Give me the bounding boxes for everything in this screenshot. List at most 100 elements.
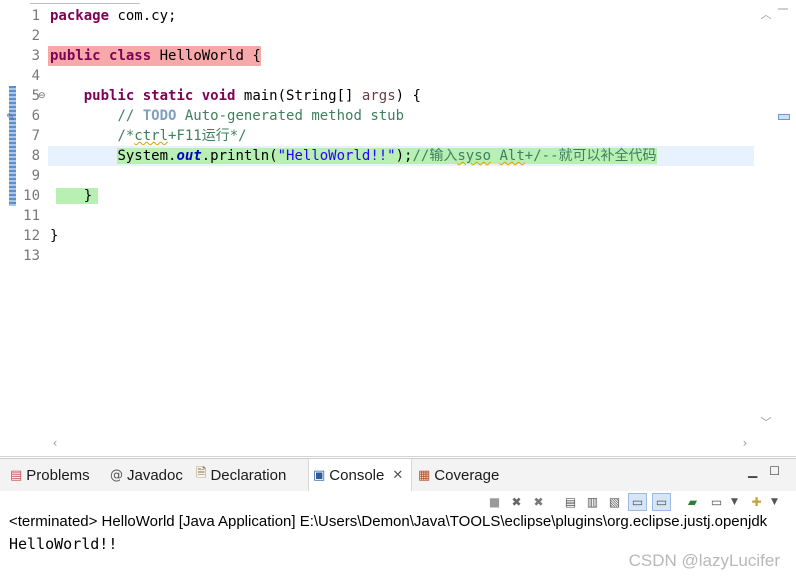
code-text: .println( — [201, 148, 278, 164]
parameter-name: args — [361, 88, 396, 104]
scroll-up-icon[interactable]: ︿ — [756, 8, 776, 22]
at-icon: @ — [110, 467, 123, 483]
line-number: 6 — [31, 108, 40, 124]
view-window-controls: ▁ ☐ — [748, 464, 780, 478]
keyword: class — [109, 48, 152, 64]
tab-label: Declaration — [210, 466, 287, 484]
console-output[interactable]: HelloWorld!! — [9, 534, 117, 554]
overview-task-marker[interactable] — [778, 114, 790, 120]
code-line-6: // TODO Auto-generated method stub — [48, 106, 404, 126]
spelling-warning: ctrl — [134, 128, 169, 144]
line-number: 2 — [31, 28, 40, 44]
code-line-3: public class HelloWorld { — [48, 46, 261, 66]
quick-diff-ruler — [6, 6, 19, 434]
change-marker — [9, 166, 16, 206]
keyword: public — [50, 48, 101, 64]
code-editor[interactable]: ✎ 1 2 3 4 5 6 7 8 9 10 11 12 13 ⊖ packag… — [0, 0, 796, 457]
scroll-left-icon[interactable]: ‹ — [48, 434, 62, 452]
comment: //输入 — [412, 148, 458, 164]
package-name: com.cy; — [109, 8, 177, 24]
word-wrap-icon[interactable]: ▧ — [606, 494, 623, 510]
process-status-text: <terminated> HelloWorld [Java Applicatio… — [9, 513, 768, 530]
close-brace: } — [50, 228, 59, 244]
comment: +/--就可以补全代码 — [524, 148, 657, 164]
code-line-1: package com.cy; — [48, 6, 176, 26]
line-number: 11 — [23, 208, 40, 224]
task-marker-icon[interactable]: ✎ — [6, 111, 15, 124]
code-line-8: System.out.println("HelloWorld!!");//输入s… — [48, 146, 657, 166]
comment: +F11运行*/ — [168, 128, 247, 144]
console-view: ▤ Problems @ Javadoc 🗎 Declaration ▣ Con… — [0, 458, 796, 583]
open-console-icon[interactable]: ✚ — [748, 494, 765, 510]
line-number: 1 — [31, 8, 40, 24]
remove-all-terminated-icon[interactable]: ✖ — [530, 494, 547, 510]
console-toolbar: ■ ✖ ✖ ▤ ▥ ▧ ▭ ▭ ▰ ▭ ▼ ✚ ▼ — [0, 491, 796, 513]
comment: Auto-generated method stub — [176, 108, 405, 124]
tab-label: Javadoc — [127, 466, 183, 484]
console-icon: ▣ — [313, 467, 326, 483]
line-number: 4 — [31, 68, 40, 84]
editor-tab-edge — [30, 0, 140, 4]
keyword: void — [201, 88, 236, 104]
clear-console-icon[interactable]: ▤ — [562, 494, 579, 510]
scroll-down-icon[interactable]: ﹀ — [756, 416, 776, 430]
spelling-warning: Alt — [499, 148, 525, 164]
line-number: 9 — [31, 168, 40, 184]
horizontal-scrollbar[interactable]: ‹ › — [48, 434, 756, 452]
code-line-12: } — [48, 226, 58, 246]
line-number: 13 — [23, 248, 40, 264]
close-brace: } — [55, 188, 99, 204]
tab-label: Console — [329, 466, 385, 484]
maximize-icon[interactable]: ☐ — [769, 464, 780, 478]
fold-collapse-icon[interactable]: ⊖ — [38, 91, 46, 101]
overview-top-marker — [778, 8, 788, 10]
declaration-icon: 🗎 — [196, 466, 207, 481]
code-line-7: /*ctrl+F11运行*/ — [48, 126, 247, 146]
change-marker — [9, 86, 16, 166]
string-literal: "HelloWorld!!" — [277, 148, 396, 164]
show-on-stderr-icon[interactable]: ▭ — [652, 493, 671, 511]
code-line-5: public static void main(String[] args) { — [48, 86, 421, 106]
line-number: 8 — [31, 148, 40, 164]
line-number: 3 — [31, 48, 40, 64]
scroll-right-icon[interactable]: › — [738, 434, 752, 452]
method-signature: main(String[] — [235, 88, 362, 104]
comment — [491, 148, 499, 164]
method-signature-end: ) { — [395, 88, 421, 104]
tab-problems[interactable]: ▤ Problems — [10, 459, 90, 491]
terminate-icon[interactable]: ■ — [486, 494, 503, 510]
code-text-area[interactable]: package com.cy; public class HelloWorld … — [48, 6, 754, 434]
comment: // — [117, 108, 143, 124]
close-icon[interactable]: ✕ — [392, 468, 403, 483]
tab-coverage[interactable]: ▦ Coverage — [418, 459, 499, 491]
tab-declaration[interactable]: 🗎 Declaration — [196, 459, 286, 491]
problems-icon: ▤ — [10, 467, 23, 483]
tab-console[interactable]: ▣ Console ✕ — [308, 459, 413, 491]
remove-launch-icon[interactable]: ✖ — [508, 494, 525, 510]
coverage-icon: ▦ — [418, 467, 431, 483]
watermark: CSDN @lazyLucifer — [628, 551, 780, 570]
tab-label: Coverage — [434, 466, 500, 484]
keyword: package — [50, 8, 110, 24]
code-text: System. — [117, 148, 177, 164]
vertical-scrollbar[interactable]: ︿ ﹀ — [756, 6, 776, 434]
minimize-icon[interactable]: ▁ — [748, 464, 757, 478]
todo-tag: TODO — [142, 108, 177, 124]
line-number: 7 — [31, 128, 40, 144]
tab-label: Problems — [26, 466, 90, 484]
line-number: 10 — [23, 188, 40, 204]
chevron-down-icon[interactable]: ▼ — [726, 494, 743, 510]
display-console-icon[interactable]: ▭ — [708, 494, 725, 510]
line-number: 12 — [23, 228, 40, 244]
show-on-stdout-icon[interactable]: ▭ — [628, 493, 647, 511]
code-line-10: } — [48, 186, 99, 206]
chevron-down-icon[interactable]: ▼ — [766, 494, 783, 510]
keyword: static — [142, 88, 194, 104]
comment: /* — [117, 128, 135, 144]
pin-console-icon[interactable]: ▰ — [684, 494, 701, 510]
static-field: out — [176, 148, 202, 164]
keyword: public — [83, 88, 135, 104]
scroll-lock-icon[interactable]: ▥ — [584, 494, 601, 510]
overview-ruler[interactable] — [778, 6, 792, 434]
tab-javadoc[interactable]: @ Javadoc — [110, 459, 183, 491]
